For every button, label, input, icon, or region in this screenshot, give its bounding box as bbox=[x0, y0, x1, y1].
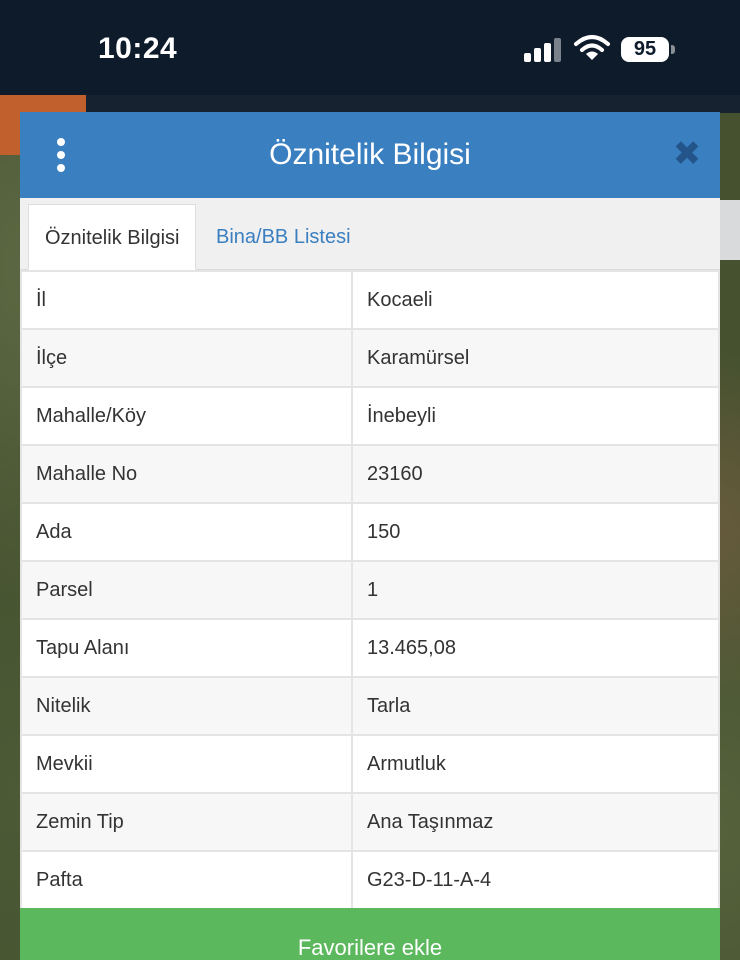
row-value: Kocaeli bbox=[351, 270, 720, 330]
row-value: Tarla bbox=[351, 676, 720, 736]
table-row: İlçe Karamürsel bbox=[20, 328, 720, 388]
tab-bar: Öznitelik Bilgisi Bina/BB Listesi bbox=[20, 198, 720, 270]
close-icon[interactable]: ✖ bbox=[672, 137, 702, 171]
status-bar: 10:24 95 bbox=[0, 0, 740, 95]
table-row: Ada 150 bbox=[20, 502, 720, 562]
row-value: 1 bbox=[351, 560, 720, 620]
table-row: Nitelik Tarla bbox=[20, 676, 720, 736]
wifi-icon bbox=[574, 35, 610, 60]
more-vertical-icon[interactable] bbox=[54, 138, 68, 172]
row-value: İnebeyli bbox=[351, 386, 720, 446]
row-value: Ana Taşınmaz bbox=[351, 792, 720, 852]
row-key: Nitelik bbox=[20, 676, 353, 736]
row-key: Tapu Alanı bbox=[20, 618, 353, 678]
map-side-panel bbox=[718, 200, 740, 260]
row-key: Pafta bbox=[20, 850, 353, 910]
table-row: Mahalle No 23160 bbox=[20, 444, 720, 504]
map-top-bar bbox=[0, 95, 740, 113]
row-value: G23-D-11-A-4 bbox=[351, 850, 720, 910]
table-row: Pafta G23-D-11-A-4 bbox=[20, 850, 720, 910]
tab-oznitelik-bilgisi[interactable]: Öznitelik Bilgisi bbox=[28, 204, 197, 270]
table-row: Parsel 1 bbox=[20, 560, 720, 620]
table-row: İl Kocaeli bbox=[20, 270, 720, 330]
table-row: Zemin Tip Ana Taşınmaz bbox=[20, 792, 720, 852]
row-key: Zemin Tip bbox=[20, 792, 353, 852]
row-value: 13.465,08 bbox=[351, 618, 720, 678]
dialog-header: Öznitelik Bilgisi ✖ bbox=[20, 112, 720, 198]
row-value: 150 bbox=[351, 502, 720, 562]
attribute-dialog: Öznitelik Bilgisi ✖ Öznitelik Bilgisi Bi… bbox=[20, 112, 720, 960]
row-value: Karamürsel bbox=[351, 328, 720, 388]
row-key: Mevkii bbox=[20, 734, 353, 794]
status-time: 10:24 bbox=[98, 32, 178, 65]
table-row: Tapu Alanı 13.465,08 bbox=[20, 618, 720, 678]
row-key: Ada bbox=[20, 502, 353, 562]
row-key: Parsel bbox=[20, 560, 353, 620]
table-row: Mevkii Armutluk bbox=[20, 734, 720, 794]
signal-icon bbox=[524, 38, 564, 62]
battery-icon: 95 bbox=[621, 37, 669, 62]
row-key: Mahalle/Köy bbox=[20, 386, 353, 446]
row-value: Armutluk bbox=[351, 734, 720, 794]
attribute-table: İl Kocaeli İlçe Karamürsel Mahalle/Köy İ… bbox=[20, 270, 720, 910]
add-to-favorites-button[interactable]: Favorilere ekle bbox=[20, 908, 720, 960]
row-value: 23160 bbox=[351, 444, 720, 504]
dialog-title: Öznitelik Bilgisi bbox=[269, 138, 471, 171]
tab-bina-bb-listesi[interactable]: Bina/BB Listesi bbox=[200, 204, 367, 270]
table-row: Mahalle/Köy İnebeyli bbox=[20, 386, 720, 446]
battery-tip bbox=[671, 45, 675, 54]
row-key: İl bbox=[20, 270, 353, 330]
row-key: İlçe bbox=[20, 328, 353, 388]
row-key: Mahalle No bbox=[20, 444, 353, 504]
